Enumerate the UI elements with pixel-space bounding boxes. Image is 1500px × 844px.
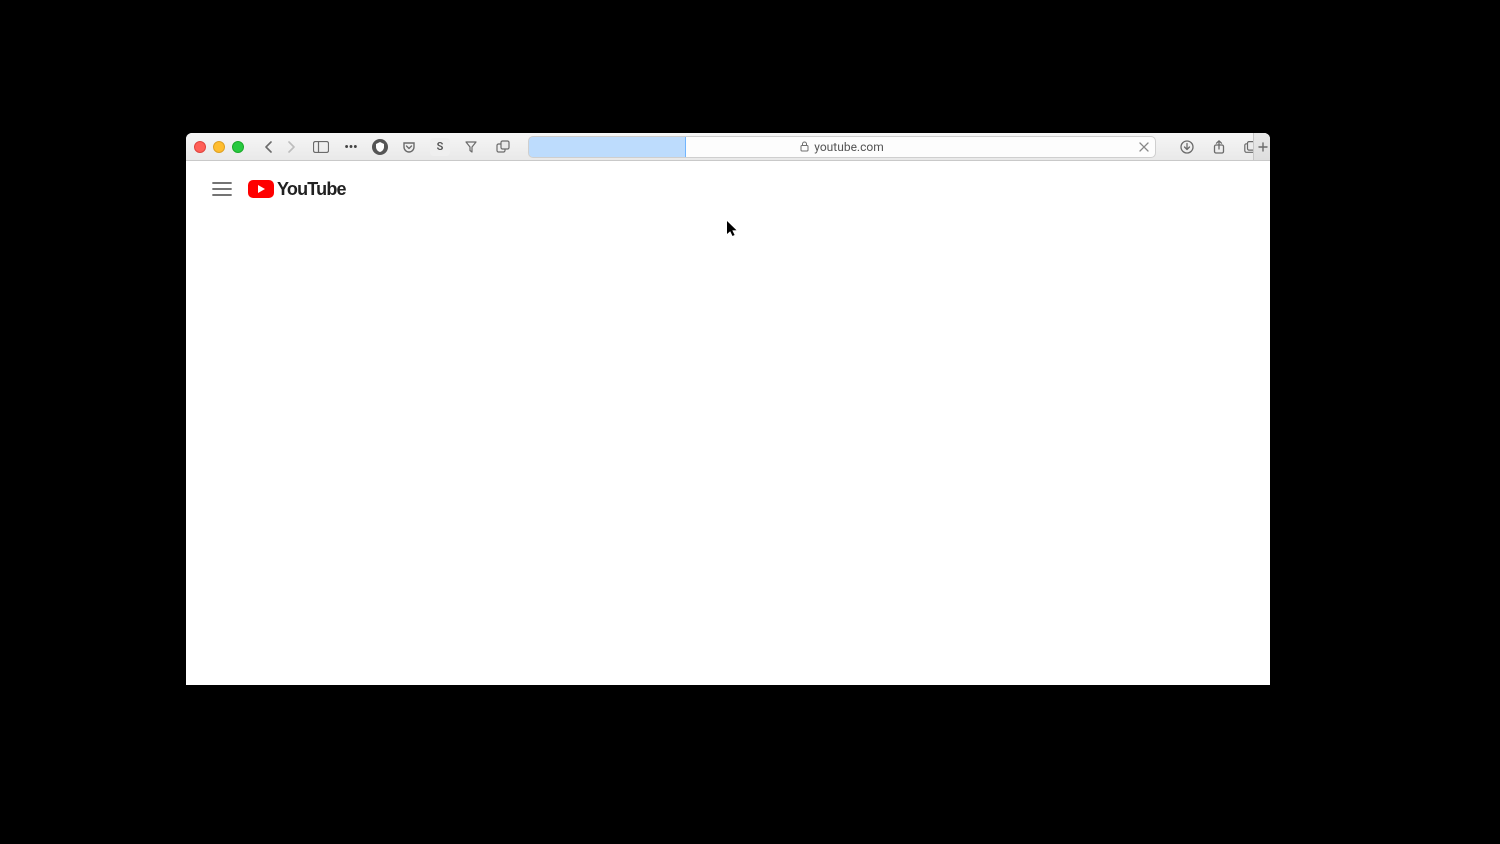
share-button[interactable]	[1208, 137, 1230, 157]
s-extension-icon[interactable]: S	[430, 138, 450, 156]
guide-menu-button[interactable]	[202, 169, 242, 209]
browser-toolbar: ••• S youtube.com	[186, 133, 1270, 161]
youtube-logo-text: YouTube	[277, 179, 346, 200]
clip-extension-icon[interactable]	[492, 137, 514, 157]
extension-group: ••• S	[340, 137, 514, 157]
back-button[interactable]	[258, 137, 280, 157]
filter-extension-icon[interactable]	[460, 137, 482, 157]
ublock-extension-icon[interactable]	[372, 139, 388, 155]
lock-icon	[800, 141, 809, 152]
youtube-header: YouTube	[186, 161, 1270, 217]
window-close-button[interactable]	[194, 141, 206, 153]
window-minimize-button[interactable]	[213, 141, 225, 153]
address-bar[interactable]: youtube.com	[528, 136, 1156, 158]
browser-window: ••• S youtube.com	[186, 133, 1270, 685]
youtube-logo[interactable]: YouTube	[248, 179, 346, 200]
page-content-loading	[186, 217, 1270, 685]
load-progress-indicator	[529, 137, 686, 157]
onepassword-extension-icon[interactable]: •••	[340, 137, 362, 157]
stop-loading-button[interactable]	[1139, 142, 1149, 152]
hamburger-icon	[212, 182, 232, 196]
new-tab-button[interactable]	[1253, 133, 1270, 160]
toolbar-right-buttons	[1176, 137, 1262, 157]
downloads-button[interactable]	[1176, 137, 1198, 157]
window-maximize-button[interactable]	[232, 141, 244, 153]
forward-button[interactable]	[280, 137, 302, 157]
sidebar-toggle-button[interactable]	[310, 137, 332, 157]
youtube-play-icon	[248, 180, 274, 198]
address-url-text: youtube.com	[814, 140, 884, 154]
nav-arrows	[258, 137, 302, 157]
window-controls	[194, 141, 244, 153]
pocket-extension-icon[interactable]	[398, 137, 420, 157]
